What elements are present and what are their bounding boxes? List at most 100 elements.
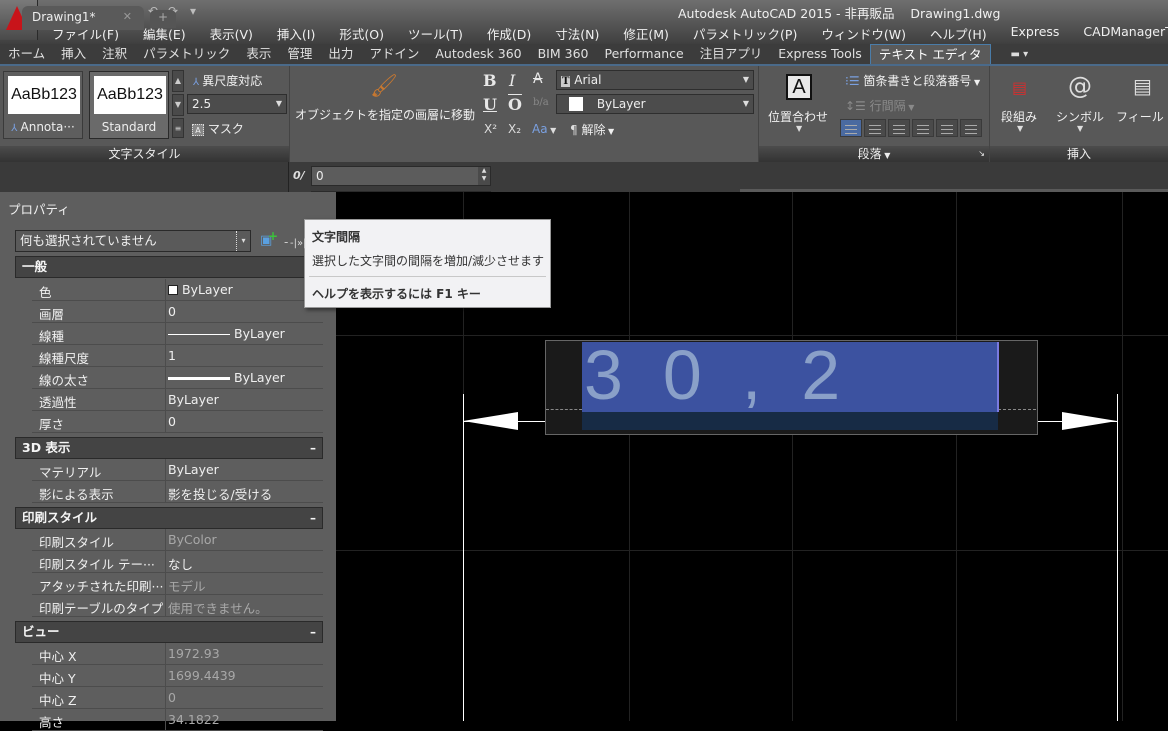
tab-annotate[interactable]: 注釈: [94, 44, 135, 64]
property-row[interactable]: 厚さ 0: [32, 411, 323, 433]
style-standard[interactable]: AaBb123 Standard: [89, 71, 169, 139]
tab-manage[interactable]: 管理: [279, 44, 320, 64]
underline-button[interactable]: U: [483, 95, 497, 114]
menu-draw[interactable]: 作成(D): [475, 24, 543, 42]
menu-view[interactable]: 表示(V): [198, 24, 265, 42]
property-row[interactable]: マテリアル ByLayer: [32, 459, 323, 481]
property-row[interactable]: 中心 Z 0: [32, 687, 323, 709]
justify-button[interactable]: [936, 119, 958, 137]
property-row[interactable]: 印刷テーブルのタイプ 使用できません。: [32, 595, 323, 617]
field-button[interactable]: フィール: [1116, 108, 1164, 125]
tab-parametric[interactable]: パラメトリック: [135, 44, 238, 64]
overline-button[interactable]: O: [508, 95, 522, 114]
panel-label-paragraph[interactable]: 段落 ▼ ↘: [759, 146, 989, 162]
menu-help[interactable]: ヘルプ(H): [918, 24, 999, 42]
align-default-button[interactable]: [840, 119, 862, 137]
stack-button[interactable]: b/a: [533, 97, 549, 108]
symbol-button[interactable]: シンボル: [1056, 108, 1104, 125]
clear-formatting-button[interactable]: ¶ 解除 ▼: [570, 121, 614, 138]
property-row[interactable]: 画層 0: [32, 301, 323, 323]
tab-express-tools[interactable]: Express Tools: [770, 44, 870, 64]
change-case-button[interactable]: Aa ▼: [532, 122, 556, 136]
menu-parametric[interactable]: パラメトリック(P): [681, 24, 809, 42]
columns-button[interactable]: 段組み: [1001, 108, 1037, 125]
bold-button[interactable]: B: [483, 71, 497, 90]
property-row[interactable]: 高さ 34.1822: [32, 709, 323, 731]
line-spacing-button[interactable]: ↕☰ 行間隔 ▼: [845, 97, 914, 114]
color-combo[interactable]: ByLayer ▼: [556, 94, 754, 114]
close-icon[interactable]: ✕: [123, 10, 132, 23]
ribbon-minimize-icon[interactable]: ▬ ▾: [1011, 49, 1029, 60]
justification-button[interactable]: 位置合わせ: [768, 108, 828, 125]
tab-autodesk-360[interactable]: Autodesk 360: [427, 44, 529, 64]
tab-performance[interactable]: Performance: [597, 44, 692, 64]
property-key: 中心 Z: [39, 693, 77, 708]
spinner-arrows[interactable]: ▲▼: [478, 167, 490, 185]
align-center-button[interactable]: [888, 119, 910, 137]
tab-view[interactable]: 表示: [238, 44, 279, 64]
menu-modify[interactable]: 修正(M): [611, 24, 681, 42]
section-3d-visualization[interactable]: 3D 表示 –: [15, 437, 323, 459]
scroll-down-button[interactable]: ▼: [172, 94, 184, 116]
font-combo[interactable]: T Arial ▼: [556, 70, 754, 90]
property-row[interactable]: 印刷スタイル ByColor: [32, 529, 323, 551]
style-annotative[interactable]: AaBb123 ⅄ Annota···: [3, 71, 83, 139]
property-row[interactable]: 中心 X 1972.93: [32, 643, 323, 665]
annotative-toggle[interactable]: ⅄ 異尺度対応: [193, 72, 262, 89]
tab-bim-360[interactable]: BIM 360: [530, 44, 597, 64]
property-row[interactable]: 印刷スタイル テー··· なし: [32, 551, 323, 573]
superscript-button[interactable]: X²: [484, 122, 497, 136]
collapse-icon[interactable]: –: [310, 508, 316, 528]
property-row[interactable]: アタッチされた印刷··· モデル: [32, 573, 323, 595]
tab-home[interactable]: ホーム: [0, 44, 53, 64]
quick-select-icon[interactable]: ▣ +: [260, 229, 278, 248]
tab-insert[interactable]: 挿入: [53, 44, 94, 64]
customize-icon[interactable]: ▾: [186, 4, 200, 18]
menu-cadmanagertools[interactable]: CADManagerTools: [1071, 24, 1168, 42]
section-plot-style[interactable]: 印刷スタイル –: [15, 507, 323, 529]
toggle-pickadd-icon[interactable]: -: [284, 235, 288, 249]
mask-button[interactable]: A マスク: [192, 120, 244, 137]
distribute-button[interactable]: [960, 119, 982, 137]
property-row[interactable]: 線種尺度 1: [32, 345, 323, 367]
tab-output[interactable]: 出力: [320, 44, 361, 64]
property-value: 0: [168, 414, 176, 429]
tab-addins[interactable]: アドイン: [361, 44, 427, 64]
property-row[interactable]: 線種 ByLayer: [32, 323, 323, 345]
align-left-button[interactable]: [864, 119, 886, 137]
menu-dimension[interactable]: 寸法(N): [543, 24, 611, 42]
bullets-button[interactable]: ⁝☰ 箇条書きと段落番号 ▼: [845, 72, 980, 89]
subscript-button[interactable]: X₂: [508, 122, 521, 136]
collapse-icon[interactable]: –: [310, 438, 316, 458]
property-row[interactable]: 色 ByLayer: [32, 279, 323, 301]
tab-drawing1[interactable]: Drawing1* ✕: [22, 6, 144, 30]
property-row[interactable]: 透過性 ByLayer: [32, 389, 323, 411]
tab-featured-apps[interactable]: 注目アプリ: [692, 44, 771, 64]
align-right-button[interactable]: [912, 119, 934, 137]
oblique-angle-input[interactable]: 0 ▲ ▼: [311, 166, 491, 186]
menu-express[interactable]: Express: [999, 24, 1072, 42]
menu-insert[interactable]: 挿入(I): [265, 24, 327, 42]
property-row[interactable]: 影による表示 影を投じる/受ける: [32, 481, 323, 503]
menu-window[interactable]: ウィンドウ(W): [809, 24, 918, 42]
menu-format[interactable]: 形式(O): [327, 24, 396, 42]
property-value: 使用できません。: [168, 601, 268, 616]
mtext-content[interactable]: 30,2: [584, 330, 880, 420]
new-tab-button[interactable]: +: [150, 10, 176, 28]
tab-text-editor[interactable]: テキスト エディタ: [869, 44, 991, 64]
dialog-launcher-icon[interactable]: ↘: [978, 146, 985, 162]
text-height-combo[interactable]: 2.5 ▼: [187, 94, 287, 114]
expand-gallery-button[interactable]: ≡: [172, 118, 184, 138]
collapse-icon[interactable]: –: [310, 622, 316, 642]
section-view[interactable]: ビュー –: [15, 621, 323, 643]
move-to-layer-button[interactable]: オブジェクトを指定の画層に移動: [295, 106, 475, 123]
section-general[interactable]: 一般: [15, 256, 323, 278]
italic-button[interactable]: I: [509, 71, 515, 90]
selection-combo[interactable]: 何も選択されていません ▾: [15, 230, 251, 252]
menu-tools[interactable]: ツール(T): [396, 24, 475, 42]
scroll-up-button[interactable]: ▲: [172, 70, 184, 92]
property-row[interactable]: 中心 Y 1699.4439: [32, 665, 323, 687]
justify-icon[interactable]: A: [786, 74, 812, 100]
strikethrough-button[interactable]: A: [533, 71, 543, 87]
property-row[interactable]: 線の太さ ByLayer: [32, 367, 323, 389]
